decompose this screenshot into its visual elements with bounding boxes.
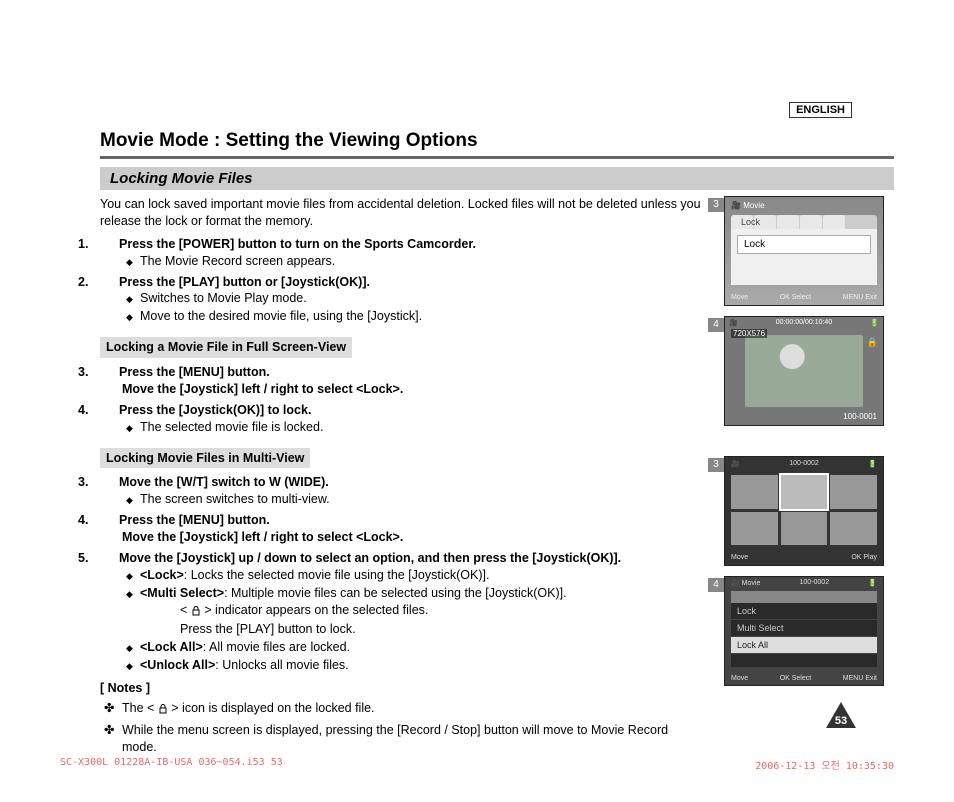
lcd-lockall-menu: 🎥 Movie100-0002🔋 Lock Multi Select Lock … [724,576,884,686]
lock-icon [158,702,168,719]
opt-extra: > indicator appears on the selected file… [204,603,428,617]
step-head: Press the [POWER] button to turn on the … [119,237,476,251]
lcd-hint: Move [731,675,748,682]
step-head: Move the [W/T] switch to W (WIDE). [119,475,329,489]
step-num: 2. [100,274,119,291]
lcd-row: Multi Select [731,620,877,637]
diamond-icon: ◆ [126,588,133,600]
lock-icon [191,604,201,621]
title-rule [100,156,894,159]
opt-key: <Lock> [140,568,184,582]
opt-val: : Multiple movie files can be selected u… [224,586,567,600]
screenshot-number: 3 [708,198,724,212]
lcd-row: Lock [731,603,877,620]
lcd-hint: OK Select [780,294,812,301]
screenshot-number: 4 [708,318,724,332]
footer-date: 2006-12-13 오전 10:35:30 [755,757,894,772]
lcd-hint: OK Play [851,554,877,561]
opt-key: <Lock All> [140,640,203,654]
diamond-icon: ◆ [126,660,133,672]
screenshot-number: 4 [708,578,724,592]
lcd-timecode: 00:00:00/00:10:40 [776,319,832,329]
lock-icon: 🔒 [867,337,878,348]
step-head: Press the [MENU] button. [119,513,270,527]
lcd-hint: MENU Exit [843,294,877,301]
lcd-option: Lock [737,235,871,254]
lcd-hint: OK Select [780,675,812,682]
lcd-multiview: 🎥100-0002🔋 MoveOK Play [724,456,884,566]
diamond-icon: ◆ [126,256,133,268]
subtitle: Locking Movie Files [100,167,894,190]
bullet-icon: ✤ [104,700,114,717]
step-num: 4. [100,402,119,419]
opt-val: : All movie files are locked. [203,640,350,654]
notes-heading: [ Notes ] [100,680,706,697]
step-num: 1. [100,236,119,253]
step-head: Move the [Joystick] left / right to sele… [122,530,403,544]
body-text: You can lock saved important movie files… [100,196,706,756]
lcd-hint: Move [731,554,748,561]
note-text: While the menu screen is displayed, pres… [122,723,668,754]
lcd-mode: Movie [743,201,764,210]
diamond-icon: ◆ [126,422,133,434]
step-sub: The selected movie file is locked. [140,420,323,434]
step-sub: Switches to Movie Play mode. [140,291,307,305]
opt-key: <Unlock All> [140,658,215,672]
step-head: Move the [Joystick] up / down to select … [119,551,621,565]
step-num: 3. [100,364,119,381]
lcd-tab-label: Lock [741,217,760,227]
opt-key: <Multi Select> [140,586,224,600]
section-multi-view: Locking Movie Files in Multi-View [100,448,310,469]
opt-val: : Unlocks all movie files. [215,658,348,672]
lcd-resolution: 720X576 [731,329,767,338]
step-sub: The screen switches to multi-view. [140,492,330,506]
lcd-filename: 100-0001 [843,412,877,421]
diamond-icon: ◆ [126,494,133,506]
step-head: Press the [PLAY] button or [Joystick(OK)… [119,275,370,289]
step-sub: The Movie Record screen appears. [140,254,335,268]
language-label: ENGLISH [789,102,852,118]
footer-file: SC-X300L 01228A-IB-USA 036~054.i53 53 [60,757,283,772]
step-num: 4. [100,512,119,529]
lcd-filename: 100-0002 [800,579,830,589]
step-sub: Move to the desired movie file, using th… [140,309,422,323]
svg-text:53: 53 [835,715,847,727]
step-head: Move the [Joystick] left / right to sele… [122,382,403,396]
intro-text: You can lock saved important movie files… [100,196,706,230]
diamond-icon: ◆ [126,570,133,582]
lcd-filename: 100-0002 [789,460,819,468]
note-text: > icon is displayed on the locked file. [171,701,374,715]
page-title: Movie Mode : Setting the Viewing Options [100,130,894,152]
diamond-icon: ◆ [126,311,133,323]
screenshot-number: 3 [708,458,724,472]
lcd-lock-menu: 🎥 Movie Lock Lock MoveOK SelectMENU Exit [724,196,884,306]
step-num: 5. [100,550,119,567]
opt-val: : Locks the selected movie file using th… [184,568,490,582]
print-footer: SC-X300L 01228A-IB-USA 036~054.i53 53 20… [60,757,894,772]
step-num: 3. [100,474,119,491]
lcd-hint: MENU Exit [843,675,877,682]
note-text: The < [122,701,158,715]
diamond-icon: ◆ [126,293,133,305]
lcd-hint: Move [731,294,748,301]
lcd-row-selected: Lock All [731,637,877,654]
lcd-playback: 🎥00:00:00/00:10:40🔋 720X576 🔒 100-0001 [724,316,884,426]
opt-extra: Press the [PLAY] button to lock. [180,621,706,638]
step-head: Press the [Joystick(OK)] to lock. [119,403,311,417]
section-full-view: Locking a Movie File in Full Screen-View [100,337,352,358]
page-number-arrow: 53 [824,700,858,730]
lcd-mode: Movie [742,580,761,587]
screenshot-column: 3 🎥 Movie Lock Lock MoveOK SelectMENU Ex… [724,196,894,756]
step-head: Press the [MENU] button. [119,365,270,379]
diamond-icon: ◆ [126,642,133,654]
bullet-icon: ✤ [104,722,114,739]
